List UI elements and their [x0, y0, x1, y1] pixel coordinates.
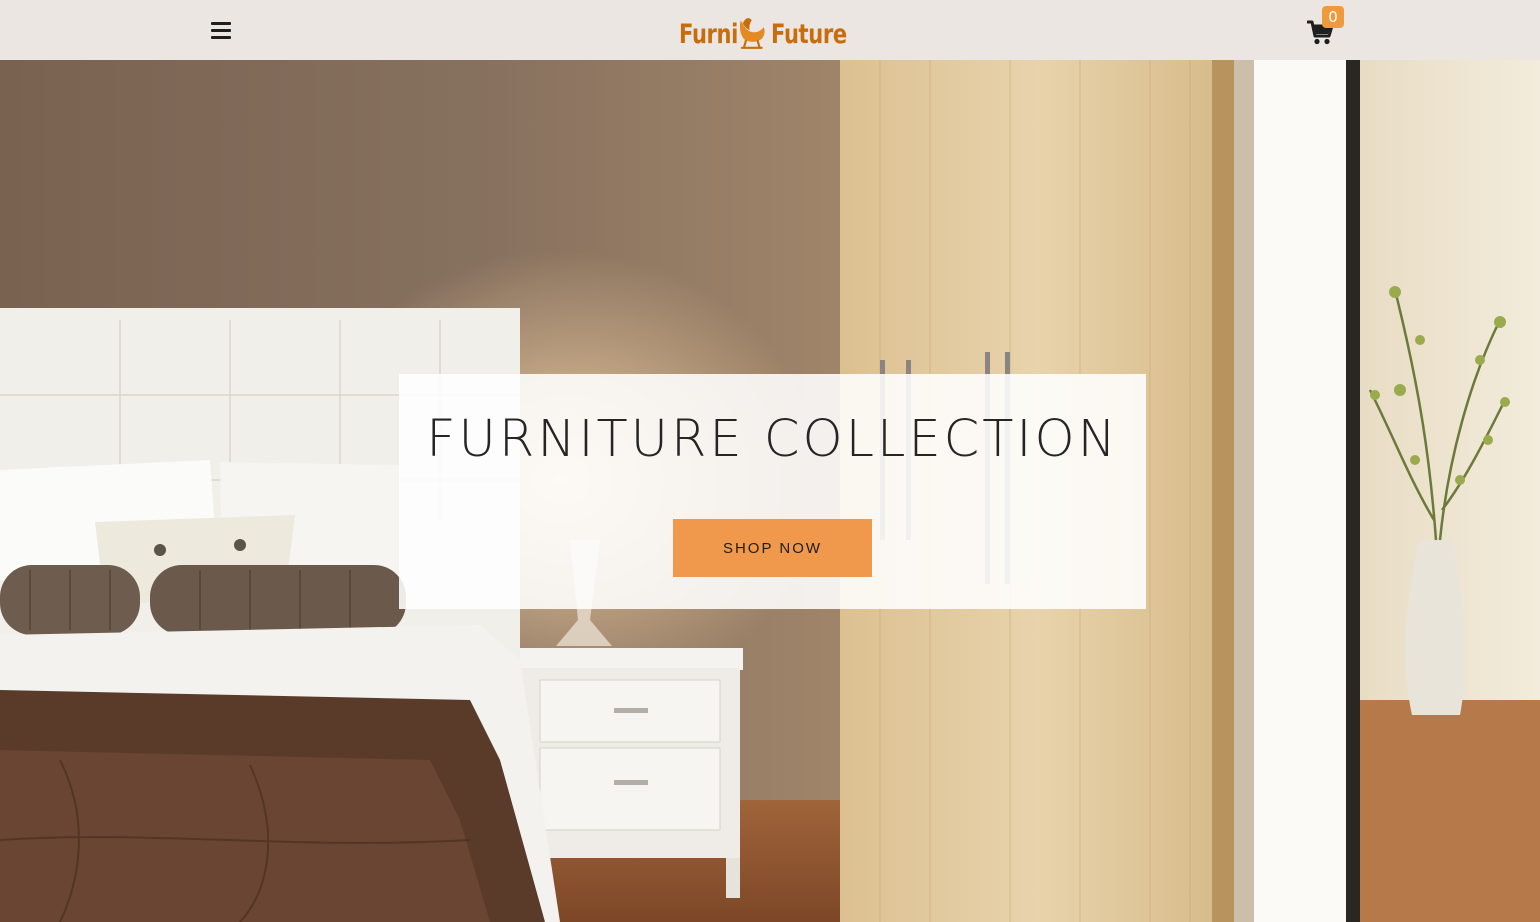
logo-text-left: Furni [679, 18, 738, 50]
armchair-icon [739, 18, 765, 49]
site-logo[interactable]: Furni Future [679, 12, 869, 56]
hero-overlay: FURNITURE COLLECTION SHOP NOW [399, 374, 1146, 609]
cart-count-badge: 0 [1322, 6, 1344, 28]
cart-button[interactable]: 0 [1305, 6, 1344, 50]
hamburger-menu-icon[interactable] [208, 20, 236, 44]
hero-title: FURNITURE COLLECTION [426, 410, 1119, 469]
shop-now-button[interactable]: SHOP NOW [673, 519, 872, 577]
site-header: Furni Future 0 [0, 0, 1540, 60]
logo-text-right: Future [770, 18, 847, 50]
hero-banner: FURNITURE COLLECTION SHOP NOW [0, 60, 1540, 922]
